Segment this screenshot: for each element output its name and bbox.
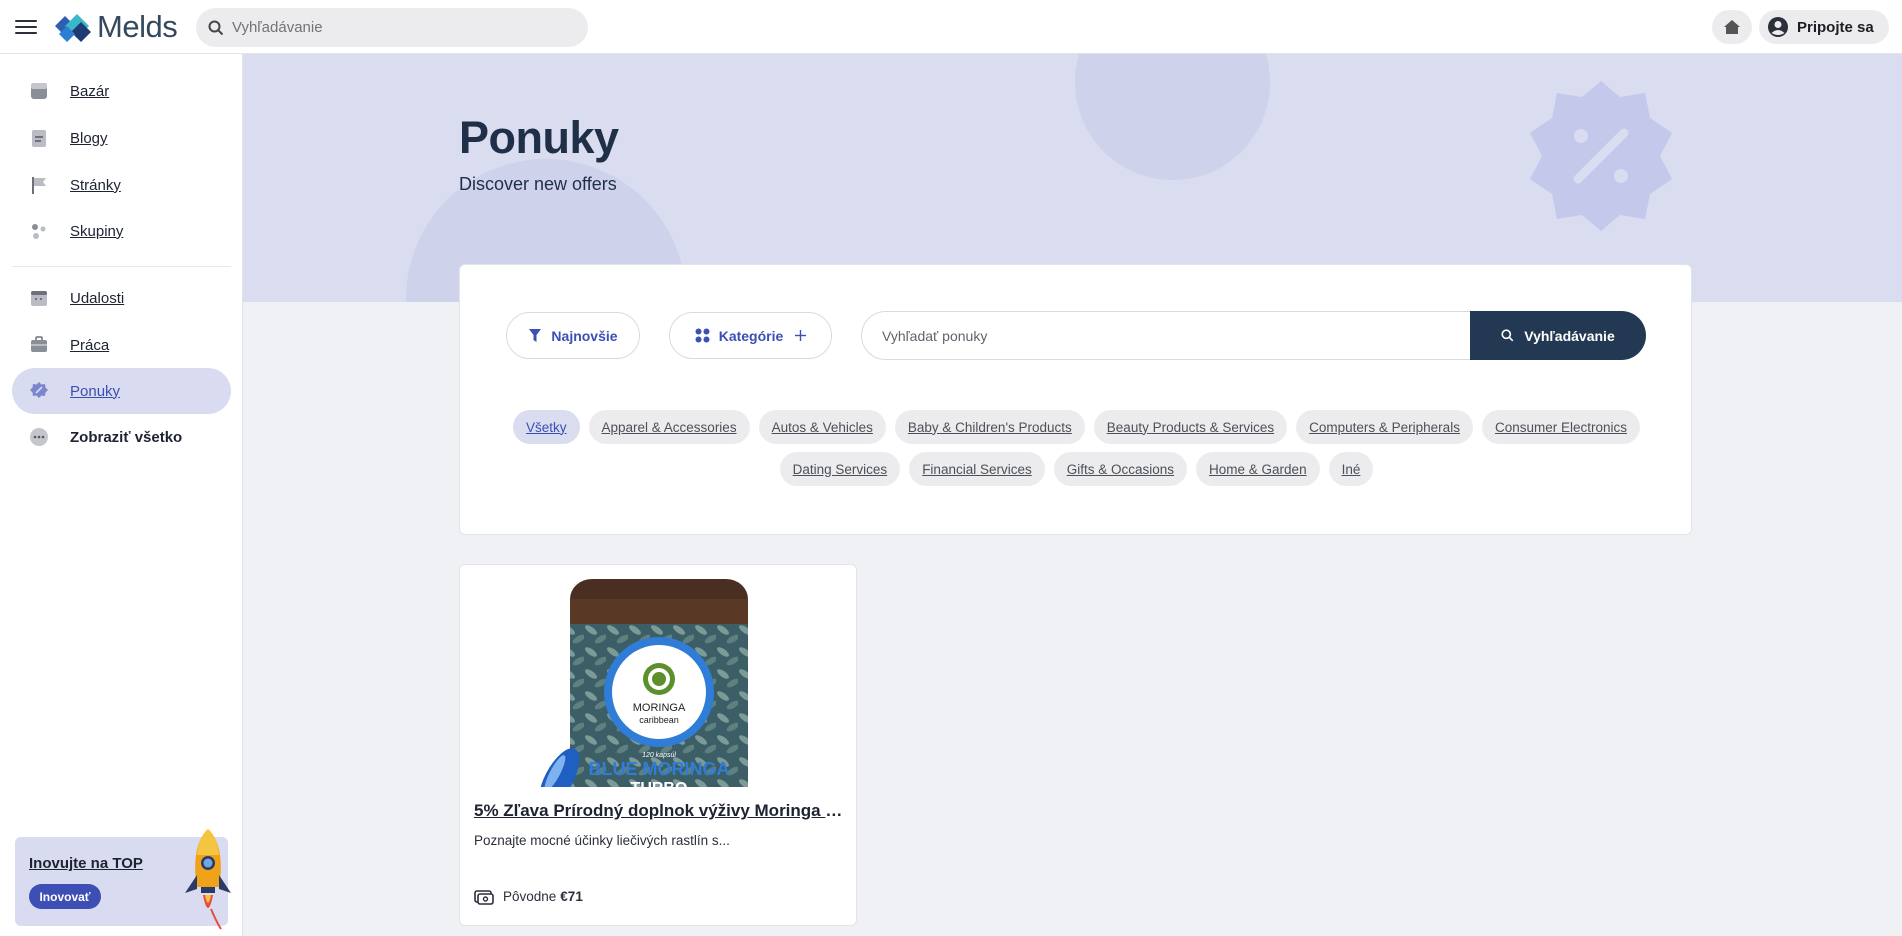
sidebar-item-blogy[interactable]: Blogy	[12, 115, 231, 161]
home-icon	[1724, 20, 1740, 34]
filter-icon	[528, 328, 542, 344]
join-label: Pripojte sa	[1797, 18, 1874, 36]
offer-badge-icon	[28, 380, 50, 402]
category-chip[interactable]: Financial Services	[909, 452, 1045, 486]
offer-search-input[interactable]	[882, 327, 1442, 344]
menu-icon[interactable]	[15, 17, 37, 37]
category-chips: Všetky Apparel & Accessories Autos & Veh…	[500, 410, 1653, 486]
search-button[interactable]: Vyhľadávanie	[1470, 311, 1646, 360]
join-button[interactable]: Pripojte sa	[1759, 10, 1889, 44]
groups-icon	[28, 220, 50, 242]
bottle-capsules-text: 120 kapsúl	[642, 752, 676, 759]
more-icon	[28, 426, 50, 448]
offer-description: Poznajte mocné účinky liečivých rastlín …	[474, 833, 730, 848]
category-chip-all[interactable]: Všetky	[512, 410, 580, 444]
discount-badge-icon	[1530, 81, 1672, 231]
filter-panel: Najnovšie Kategórie Vyhľadávanie Všetky …	[459, 264, 1692, 535]
briefcase-icon	[28, 334, 50, 356]
category-chip[interactable]: Beauty Products & Services	[1093, 410, 1288, 444]
plus-icon	[795, 330, 807, 341]
category-chip[interactable]: Computers & Peripherals	[1296, 410, 1473, 444]
sort-label: Najnovšie	[551, 327, 618, 344]
upgrade-promo: Inovujte na TOP Inovovať	[15, 829, 231, 930]
account-circle-icon	[1768, 17, 1788, 37]
price-label: Pôvodne	[503, 888, 557, 904]
category-chip[interactable]: Home & Garden	[1196, 452, 1320, 486]
brand-logo[interactable]: Melds	[51, 8, 178, 46]
bottle-product-text: BLUE MORINGA	[589, 759, 730, 779]
top-bar: Melds Pripojte sa	[0, 0, 1902, 54]
category-chip[interactable]: Iné	[1328, 452, 1374, 486]
categories-label: Kategórie	[718, 327, 784, 344]
search-button-label: Vyhľadávanie	[1524, 327, 1615, 344]
category-chip[interactable]: Consumer Electronics	[1481, 410, 1640, 444]
product-bottle-image: MORINGA caribbean 120 kapsúl BLUE MORING…	[538, 579, 748, 787]
store-icon	[28, 80, 50, 102]
categories-button[interactable]: Kategórie	[669, 312, 832, 359]
page-title: Ponuky	[459, 112, 619, 163]
category-chip[interactable]: Dating Services	[779, 452, 901, 486]
sidebar: Bazár Blogy Stránky Skupiny Udalosti Prá…	[0, 54, 243, 936]
calendar-icon	[28, 287, 50, 309]
global-search[interactable]	[196, 8, 588, 47]
category-chip[interactable]: Apparel & Accessories	[588, 410, 750, 444]
page-subtitle: Discover new offers	[459, 174, 617, 194]
category-chip[interactable]: Autos & Vehicles	[758, 410, 886, 444]
flag-icon	[28, 174, 50, 196]
offer-title[interactable]: 5% Zľava Prírodný doplnok výživy Moringa…	[474, 801, 846, 821]
brand-name: Melds	[97, 9, 178, 44]
sidebar-divider	[12, 266, 231, 267]
global-search-input[interactable]	[232, 19, 562, 36]
sidebar-item-bazar[interactable]: Bazár	[12, 68, 231, 114]
blog-icon	[28, 127, 50, 149]
bottle-brand-text: MORINGA	[633, 702, 686, 714]
sidebar-item-udalosti[interactable]: Udalosti	[12, 275, 231, 321]
logo-mark-icon	[55, 14, 91, 42]
sidebar-item-stranky[interactable]: Stránky	[12, 162, 231, 208]
bottle-sub-text: caribbean	[639, 715, 679, 725]
offer-search-field[interactable]	[861, 311, 1470, 360]
search-icon	[1501, 329, 1514, 342]
upgrade-button[interactable]: Inovovať	[29, 884, 101, 909]
bottle-variant-text: TURBO	[631, 780, 688, 787]
sidebar-item-skupiny[interactable]: Skupiny	[12, 208, 231, 254]
offer-card[interactable]: MORINGA caribbean 120 kapsúl BLUE MORING…	[459, 564, 857, 926]
decor-circle	[1075, 54, 1270, 180]
sidebar-item-ponuky[interactable]: Ponuky	[12, 368, 231, 414]
rocket-icon	[185, 829, 231, 930]
search-icon	[208, 20, 224, 35]
sidebar-item-show-all[interactable]: Zobraziť všetko	[12, 414, 231, 460]
offer-image[interactable]: MORINGA caribbean 120 kapsúl BLUE MORING…	[474, 579, 843, 787]
grid-icon	[695, 328, 710, 343]
cash-icon	[474, 890, 494, 905]
sort-newest-button[interactable]: Najnovšie	[506, 312, 640, 359]
category-chip[interactable]: Baby & Children's Products	[894, 410, 1085, 444]
offer-price: Pôvodne €71	[474, 887, 583, 905]
sidebar-item-praca[interactable]: Práca	[12, 322, 231, 368]
category-chip[interactable]: Gifts & Occasions	[1053, 452, 1188, 486]
promo-title[interactable]: Inovujte na TOP	[29, 855, 143, 872]
price-value: €71	[560, 888, 583, 904]
home-button[interactable]	[1712, 10, 1752, 44]
